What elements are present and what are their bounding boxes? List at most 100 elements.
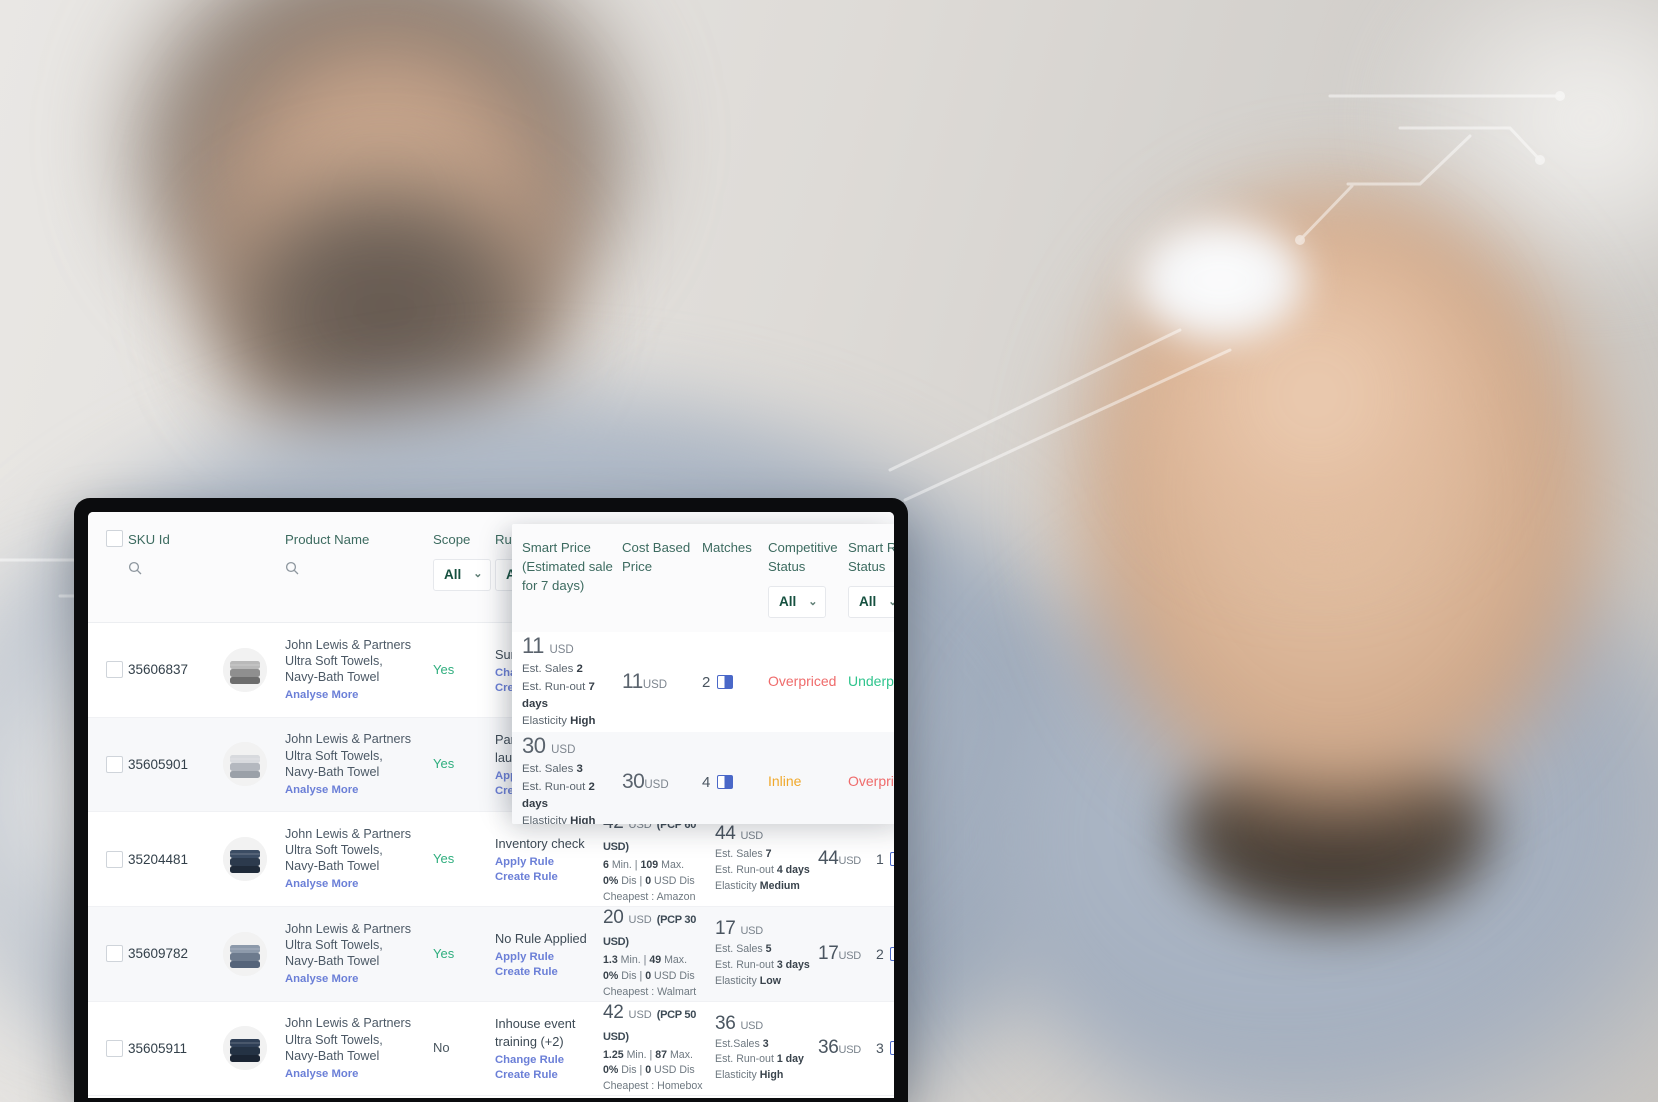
overlay-cell-cost-based-price: 11USD [622, 670, 702, 694]
cell-smart-price: 44 USD Est. Sales 7 Est. Run-out 4 days Ela… [715, 823, 818, 895]
cell-matches: 3 [876, 1040, 894, 1056]
chevron-down-icon: ⌄ [473, 568, 483, 581]
cell-final-price: 44USD [818, 848, 876, 870]
row-checkbox[interactable] [106, 1039, 123, 1057]
overlay-cell-matches: 4 [702, 774, 768, 791]
smart-price-value: 44 USD [715, 823, 763, 845]
row-checkbox[interactable] [106, 945, 123, 963]
analyse-more-link[interactable]: Analyse More [285, 783, 433, 797]
overlay-cost-based-price-value: 11USD [622, 670, 668, 693]
final-price-value: 17USD [818, 942, 861, 964]
overlay-matches-value: 4 [702, 774, 768, 791]
analyse-more-link[interactable]: Analyse More [285, 1067, 433, 1081]
row-checkbox[interactable] [106, 661, 123, 679]
matches-bar-icon [717, 775, 734, 789]
table-row[interactable]: 35605911 John Lewis & Partners Ultra Soft … [88, 1001, 894, 1097]
scope-filter-select[interactable]: All ⌄ [433, 559, 492, 591]
overlay-cell-smart-rule-status: Overpriced [848, 773, 894, 791]
dashboard-screen: SKU Id Product Name Scope All ⌄ Rule 356… [88, 512, 894, 1102]
cell-product-name: John Lewis & Partners Ultra Soft Towels, N… [285, 637, 433, 703]
cell-product-name: John Lewis & Partners Ultra Soft Towels, N… [285, 731, 433, 797]
row-select-cell[interactable] [88, 755, 128, 773]
rule-primary-link[interactable]: Apply Rule [495, 951, 603, 963]
overlay-competitive-status-label: Competitive Status [768, 540, 838, 575]
overlay-cell-smart-price: 11 USD Est. Sales 2 Est. Run-out 7 days Ela… [522, 633, 622, 730]
overlay-cell-cost-based-price: 30USD [622, 770, 702, 794]
cell-rule-applied: Inhouse event training (+2) Change Rule Cr… [495, 1015, 603, 1081]
select-all-checkbox[interactable] [106, 530, 123, 547]
cell-sku-id: 35606837 [128, 662, 189, 678]
overlay-cell-smart-price: 30 USD Est. Sales 3 Est. Run-out 2 days Ela… [522, 733, 622, 824]
scope-value: Yes [433, 851, 455, 867]
row-checkbox[interactable] [106, 755, 123, 773]
cell-scope: Yes [433, 661, 495, 679]
cell-sku-id: 35609782 [128, 946, 189, 962]
overlay-row[interactable]: 11 USD Est. Sales 2 Est. Run-out 7 days Ela… [512, 632, 894, 732]
product-thumbnail-image [223, 742, 267, 787]
cost-based-price-details: 1.3 Min. | 49 Max. 0% Dis | 0 USD Dis Chea… [603, 953, 697, 998]
overlay-cost-based-price-value: 30USD [622, 770, 669, 793]
chevron-down-icon: ⌄ [888, 595, 894, 608]
cell-rule-applied: Inventory check Apply Rule Create Rule [495, 835, 603, 883]
rule-primary-link[interactable]: Apply Rule [495, 856, 603, 868]
select-all-cell[interactable] [88, 530, 128, 610]
overlay-competitive-status-filter-select[interactable]: All ⌄ [768, 586, 827, 618]
overlay-smart-rule-status-filter-value: All [859, 594, 877, 610]
matches-bar-icon [889, 1041, 894, 1056]
overlay-matches-value: 2 [702, 674, 768, 691]
create-rule-link[interactable]: Create Rule [495, 871, 603, 883]
overlay-smart-rule-status-filter-select[interactable]: All ⌄ [848, 586, 894, 618]
product-thumbnail-image [223, 647, 267, 692]
table-row[interactable]: 35204481 John Lewis & Partners Ultra Soft … [88, 812, 894, 907]
cost-based-price-value: 20 USD (PCP 30 USD) [603, 906, 697, 948]
cell-scope: No [433, 1039, 495, 1057]
cell-thumbnail [223, 931, 285, 976]
overlay-competitive-status-badge: Inline [768, 773, 802, 789]
search-icon[interactable] [128, 561, 142, 575]
scope-value: No [433, 1040, 450, 1056]
row-select-cell[interactable] [88, 1039, 128, 1057]
rule-primary-link[interactable]: Change Rule [495, 1054, 603, 1066]
search-icon[interactable] [285, 561, 299, 575]
overlay-body: 11 USD Est. Sales 2 Est. Run-out 7 days Ela… [512, 632, 894, 824]
overlay-competitive-status-filter-value: All [779, 594, 797, 610]
create-rule-link[interactable]: Create Rule [495, 966, 603, 978]
analyse-more-link[interactable]: Analyse More [285, 688, 433, 702]
cell-thumbnail [223, 837, 285, 882]
smart-price-details: Est.Sales 3 Est. Run-out 1 day Elasticity … [715, 1037, 804, 1082]
cell-product-name: John Lewis & Partners Ultra Soft Towels, N… [285, 1015, 433, 1081]
column-header-scope-label: Scope [433, 532, 471, 547]
column-header-product-name: Product Name [285, 530, 433, 610]
overlay-cell-competitive-status: Inline [768, 773, 848, 791]
row-select-cell[interactable] [88, 850, 128, 868]
smart-price-value: 17 USD [715, 917, 763, 939]
overlay-smart-rule-status-label: Smart Rule Status [848, 540, 894, 575]
cell-thumbnail [223, 1026, 285, 1071]
overlay-cell-matches: 2 [702, 674, 768, 691]
cell-product-name: John Lewis & Partners Ultra Soft Towels, N… [285, 921, 433, 987]
table-row[interactable]: 35609782 John Lewis & Partners Ultra Soft … [88, 906, 894, 1002]
create-rule-link[interactable]: Create Rule [495, 1069, 603, 1081]
overlay-column-header-competitive-status: Competitive Status All ⌄ [768, 538, 848, 622]
overlay-smart-price-value: 30 USD [522, 733, 576, 759]
cell-final-price: 36USD [818, 1037, 876, 1059]
overlay-smart-price-details: Est. Sales 2 Est. Run-out 7 days Elasticit… [522, 663, 596, 728]
analyse-more-link[interactable]: Analyse More [285, 972, 433, 986]
final-price-value: 44USD [818, 848, 861, 870]
overlay-column-header-matches: Matches [702, 540, 752, 555]
rule-name: No Rule Applied [495, 930, 587, 946]
cell-smart-price: 17 USD Est. Sales 5 Est. Run-out 3 days Ela… [715, 918, 818, 990]
overlay-cell-smart-rule-status: Underpriced [848, 673, 894, 691]
row-checkbox[interactable] [106, 850, 123, 868]
product-thumbnail-image [223, 931, 267, 976]
cell-scope: Yes [433, 850, 495, 868]
row-select-cell[interactable] [88, 661, 128, 679]
row-select-cell[interactable] [88, 945, 128, 963]
smart-price-details: Est. Sales 7 Est. Run-out 4 days Elasticit… [715, 848, 810, 892]
overlay-row[interactable]: 30 USD Est. Sales 3 Est. Run-out 2 days Ela… [512, 732, 894, 824]
cell-sku-id: 35204481 [128, 851, 189, 867]
analyse-more-link[interactable]: Analyse More [285, 877, 433, 891]
product-thumbnail-image [223, 837, 267, 882]
matches-bar-icon [889, 946, 894, 961]
cell-matches: 1 [876, 851, 894, 867]
